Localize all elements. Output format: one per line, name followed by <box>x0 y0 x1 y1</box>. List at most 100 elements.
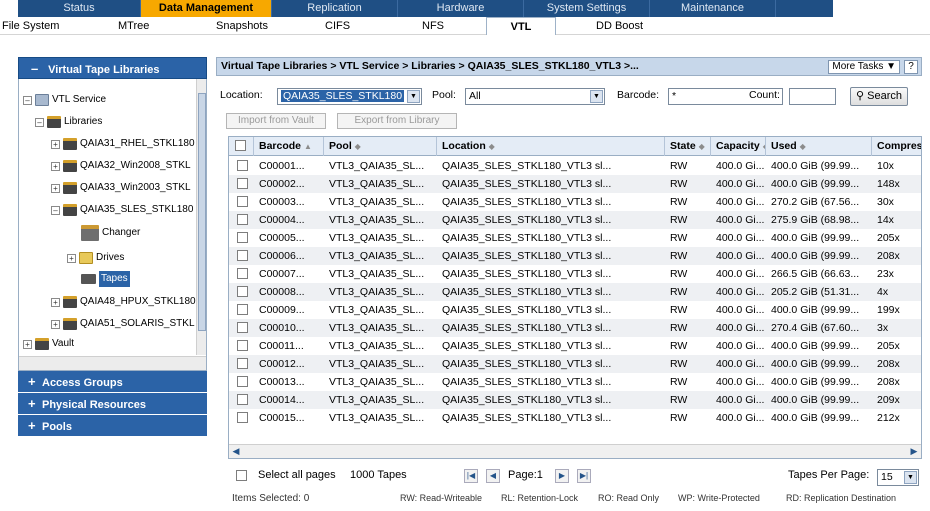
tree-horizontal-scrollbar[interactable] <box>19 356 206 370</box>
subtab-file-system[interactable]: File System <box>2 17 59 35</box>
search-button[interactable]: ⚲ Search <box>850 87 908 106</box>
column-state[interactable]: State ◆ <box>665 137 711 156</box>
table-row[interactable]: C00010... VTL3_QAIA35_SL... QAIA35_SLES_ST… <box>229 319 921 337</box>
tree-item-vtl-service[interactable]: – VTL Service <box>23 92 106 108</box>
scroll-thumb[interactable] <box>198 93 206 331</box>
tab-maintenance[interactable]: Maintenance <box>650 0 776 17</box>
pool-select[interactable]: All ▼ <box>465 88 605 105</box>
tree-item-changer[interactable]: Changer <box>81 222 140 244</box>
tab-system-settings[interactable]: System Settings <box>524 0 650 17</box>
cell-pool: VTL3_QAIA35_SL... <box>329 196 425 208</box>
pools-section[interactable]: + Pools <box>18 415 207 437</box>
server-icon <box>35 94 49 106</box>
subtab-snapshots[interactable]: Snapshots <box>216 17 268 35</box>
tree-item-library[interactable]: + QAIA33_Win2003_STKL <box>51 180 191 196</box>
row-checkbox[interactable] <box>237 160 248 171</box>
tree-item-vault[interactable]: + Vault <box>23 336 74 352</box>
tree-item-library[interactable]: + QAIA48_HPUX_STKL180 <box>51 294 196 310</box>
select-all-pages-checkbox[interactable] <box>236 470 247 481</box>
cell-used: 400.0 GiB (99.99... <box>771 412 860 424</box>
table-row[interactable]: C00014... VTL3_QAIA35_SL... QAIA35_SLES_ST… <box>229 391 921 409</box>
tree-item-tapes[interactable]: Tapes <box>81 271 130 287</box>
expand-toggle-icon[interactable]: + <box>67 253 76 263</box>
subtab-nfs[interactable]: NFS <box>422 17 444 35</box>
first-page-icon[interactable]: |◀ <box>464 469 478 483</box>
count-input[interactable] <box>789 88 836 105</box>
collapse-toggle-icon[interactable]: – <box>23 95 32 105</box>
table-row[interactable]: C00001... VTL3_QAIA35_SL... QAIA35_SLES_ST… <box>229 157 921 175</box>
import-from-vault-button[interactable]: Import from Vault <box>226 113 326 129</box>
table-row[interactable]: C00012... VTL3_QAIA35_SL... QAIA35_SLES_ST… <box>229 355 921 373</box>
column-capacity[interactable]: Capacity ◆ <box>711 137 766 156</box>
column-barcode[interactable]: Barcode ▲ <box>254 137 324 156</box>
more-tasks-button[interactable]: More Tasks ▼ <box>828 60 900 74</box>
tree-item-libraries[interactable]: – Libraries <box>35 114 102 130</box>
subtab-dd-boost[interactable]: DD Boost <box>596 17 643 35</box>
scroll-left-icon[interactable]: ◀ <box>230 446 242 457</box>
expand-toggle-icon[interactable]: + <box>51 319 60 329</box>
tree-item-library[interactable]: + QAIA32_Win2008_STKL <box>51 158 191 174</box>
expand-toggle-icon[interactable]: + <box>51 183 60 193</box>
column-pool[interactable]: Pool ◆ <box>324 137 437 156</box>
tab-data-management[interactable]: Data Management <box>141 0 272 17</box>
row-checkbox[interactable] <box>237 340 248 351</box>
row-checkbox[interactable] <box>237 376 248 387</box>
row-checkbox[interactable] <box>237 322 248 333</box>
tab-hardware[interactable]: Hardware <box>398 0 524 17</box>
row-checkbox[interactable] <box>237 196 248 207</box>
tree-item-library[interactable]: + QAIA51_SOLARIS_STKL <box>51 316 195 332</box>
row-checkbox[interactable] <box>237 286 248 297</box>
column-used[interactable]: Used ◆ <box>766 137 872 156</box>
subtab-cifs[interactable]: CIFS <box>325 17 350 35</box>
expand-toggle-icon[interactable]: + <box>51 161 60 171</box>
access-groups-section[interactable]: + Access Groups <box>18 371 207 393</box>
row-checkbox[interactable] <box>237 268 248 279</box>
tree-item-drives[interactable]: + Drives <box>67 250 124 266</box>
last-page-icon[interactable]: ▶| <box>577 469 591 483</box>
row-checkbox[interactable] <box>237 358 248 369</box>
table-row[interactable]: C00006... VTL3_QAIA35_SL... QAIA35_SLES_ST… <box>229 247 921 265</box>
column-compression[interactable]: Compres <box>872 137 921 156</box>
row-checkbox[interactable] <box>237 394 248 405</box>
subtab-vtl[interactable]: VTL <box>486 17 556 35</box>
export-from-library-button[interactable]: Export from Library <box>337 113 457 129</box>
table-row[interactable]: C00008... VTL3_QAIA35_SL... QAIA35_SLES_ST… <box>229 283 921 301</box>
per-page-select[interactable]: 15 ▼ <box>877 469 919 486</box>
column-location[interactable]: Location ◆ <box>437 137 665 156</box>
table-row[interactable]: C00005... VTL3_QAIA35_SL... QAIA35_SLES_ST… <box>229 229 921 247</box>
expand-toggle-icon[interactable]: + <box>51 139 60 149</box>
row-checkbox[interactable] <box>237 412 248 423</box>
prev-page-icon[interactable]: ◀ <box>486 469 500 483</box>
next-page-icon[interactable]: ▶ <box>555 469 569 483</box>
help-button[interactable]: ? <box>904 60 918 74</box>
collapse-toggle-icon[interactable]: – <box>35 117 44 127</box>
row-checkbox[interactable] <box>237 304 248 315</box>
physical-resources-section[interactable]: + Physical Resources <box>18 393 207 415</box>
table-row[interactable]: C00002... VTL3_QAIA35_SL... QAIA35_SLES_ST… <box>229 175 921 193</box>
table-row[interactable]: C00009... VTL3_QAIA35_SL... QAIA35_SLES_ST… <box>229 301 921 319</box>
vtl-panel-header[interactable]: – Virtual Tape Libraries <box>18 57 207 79</box>
tree-vertical-scrollbar[interactable] <box>196 79 206 355</box>
tree-item-library[interactable]: + QAIA31_RHEL_STKL180 <box>51 136 195 152</box>
table-row[interactable]: C00011... VTL3_QAIA35_SL... QAIA35_SLES_ST… <box>229 337 921 355</box>
subtab-mtree[interactable]: MTree <box>118 17 149 35</box>
table-row[interactable]: C00004... VTL3_QAIA35_SL... QAIA35_SLES_ST… <box>229 211 921 229</box>
header-checkbox[interactable] <box>235 140 246 151</box>
table-horizontal-scrollbar[interactable]: ◀ ▶ <box>229 444 921 458</box>
expand-toggle-icon[interactable]: + <box>23 339 32 349</box>
tab-status[interactable]: Status <box>18 0 141 17</box>
location-select[interactable]: QAIA35_SLES_STKL180 ▼ <box>277 88 422 105</box>
row-checkbox[interactable] <box>237 232 248 243</box>
expand-toggle-icon[interactable]: + <box>51 297 60 307</box>
table-row[interactable]: C00003... VTL3_QAIA35_SL... QAIA35_SLES_ST… <box>229 193 921 211</box>
tab-replication[interactable]: Replication <box>272 0 398 17</box>
table-row[interactable]: C00007... VTL3_QAIA35_SL... QAIA35_SLES_ST… <box>229 265 921 283</box>
tree-item-library[interactable]: – QAIA35_SLES_STKL180 <box>51 202 193 218</box>
table-row[interactable]: C00013... VTL3_QAIA35_SL... QAIA35_SLES_ST… <box>229 373 921 391</box>
collapse-toggle-icon[interactable]: – <box>51 205 60 215</box>
row-checkbox[interactable] <box>237 178 248 189</box>
table-row[interactable]: C00015... VTL3_QAIA35_SL... QAIA35_SLES_ST… <box>229 409 921 427</box>
row-checkbox[interactable] <box>237 250 248 261</box>
scroll-right-icon[interactable]: ▶ <box>908 446 920 457</box>
row-checkbox[interactable] <box>237 214 248 225</box>
